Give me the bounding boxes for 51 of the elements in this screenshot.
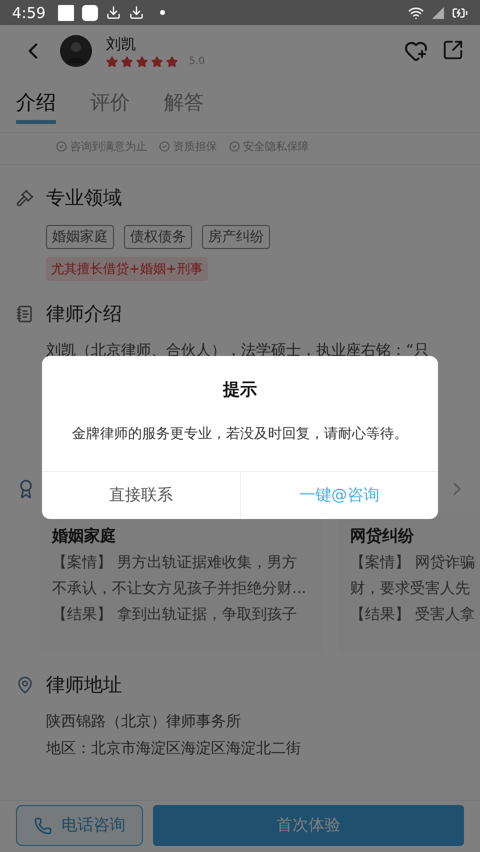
case-text: 财，要求受害人先 bbox=[350, 578, 471, 599]
download-icon bbox=[106, 5, 121, 20]
dot-icon bbox=[160, 10, 165, 15]
case-text: 【案情】 男方出轨证据难收集，男方 bbox=[52, 552, 298, 573]
dialog-button[interactable]: 一键@咨询 bbox=[240, 472, 438, 519]
section-title: 专业领域 bbox=[46, 186, 122, 211]
specialty-tag: 婚姻家庭 bbox=[46, 225, 114, 249]
check-circle-icon bbox=[159, 141, 170, 152]
section-title: 律师介绍 bbox=[46, 302, 122, 327]
tab[interactable]: 解答 bbox=[164, 89, 204, 124]
case-text: 【结果】 受害人拿 bbox=[350, 604, 476, 625]
star-icon bbox=[106, 56, 118, 68]
tab[interactable]: 介绍 bbox=[16, 89, 56, 124]
star-icon bbox=[166, 56, 178, 68]
share-button[interactable] bbox=[442, 39, 464, 61]
check-circle-icon bbox=[229, 141, 240, 152]
address-text: 陕西锦路（北京）律师事务所 bbox=[46, 712, 242, 731]
favorite-button[interactable] bbox=[404, 39, 428, 63]
check-circle-icon bbox=[56, 141, 67, 152]
star-icon bbox=[136, 56, 148, 68]
notification-icon bbox=[58, 4, 74, 20]
case-text: 【结果】 拿到出轨证据，争取到孩子 bbox=[52, 604, 298, 625]
signal-icon bbox=[432, 6, 444, 18]
lawyer-name: 刘凯 bbox=[106, 34, 137, 54]
case-text: 不承认，不让女方见孩子并拒绝分财... bbox=[52, 578, 308, 599]
first-trial-button[interactable]: 首次体验 bbox=[153, 805, 464, 846]
wifi-icon bbox=[408, 4, 424, 20]
notification-icon bbox=[82, 4, 98, 20]
specialty-highlight: 尤其擅长借贷+婚姻+刑事 bbox=[46, 257, 208, 281]
notebook-icon bbox=[16, 305, 34, 323]
case-text: 【案情】 网贷诈骗 bbox=[350, 552, 476, 573]
case-card[interactable]: 婚姻家庭 【案情】 男方出轨证据难收集，男方 不承认，不让女方见孩子并拒绝分财... 【结果】 拿到出轨证据，争取到孩子 bbox=[42, 514, 320, 652]
avatar bbox=[60, 35, 92, 67]
section-title: 律师地址 bbox=[46, 673, 122, 698]
case-title: 婚姻家庭 bbox=[52, 526, 117, 547]
dialog-message: 金牌律师的服务更专业，若没及时回复，请耐心等待。 bbox=[72, 425, 408, 443]
star-icon bbox=[121, 56, 133, 68]
address-text: 地区：北京市海淀区海淀区海淀北二街 bbox=[46, 739, 302, 758]
tab[interactable]: 评价 bbox=[90, 89, 130, 124]
star-icon bbox=[151, 56, 163, 68]
case-title: 网贷纠纷 bbox=[350, 526, 415, 547]
specialty-tag: 房产纠纷 bbox=[202, 225, 270, 249]
phone-icon bbox=[34, 816, 52, 834]
phone-consult-button[interactable]: 电话咨询 bbox=[16, 805, 143, 846]
location-icon bbox=[16, 676, 34, 694]
status-time: 4:59 bbox=[12, 4, 46, 22]
case-card[interactable]: 网贷纠纷 【案情】 网贷诈骗 财，要求受害人先 【结果】 受害人拿 bbox=[340, 514, 480, 652]
specialty-tag: 债权债务 bbox=[124, 225, 192, 249]
gavel-icon bbox=[16, 189, 34, 207]
download-icon bbox=[128, 5, 144, 20]
dialog-title: 提示 bbox=[223, 379, 257, 401]
